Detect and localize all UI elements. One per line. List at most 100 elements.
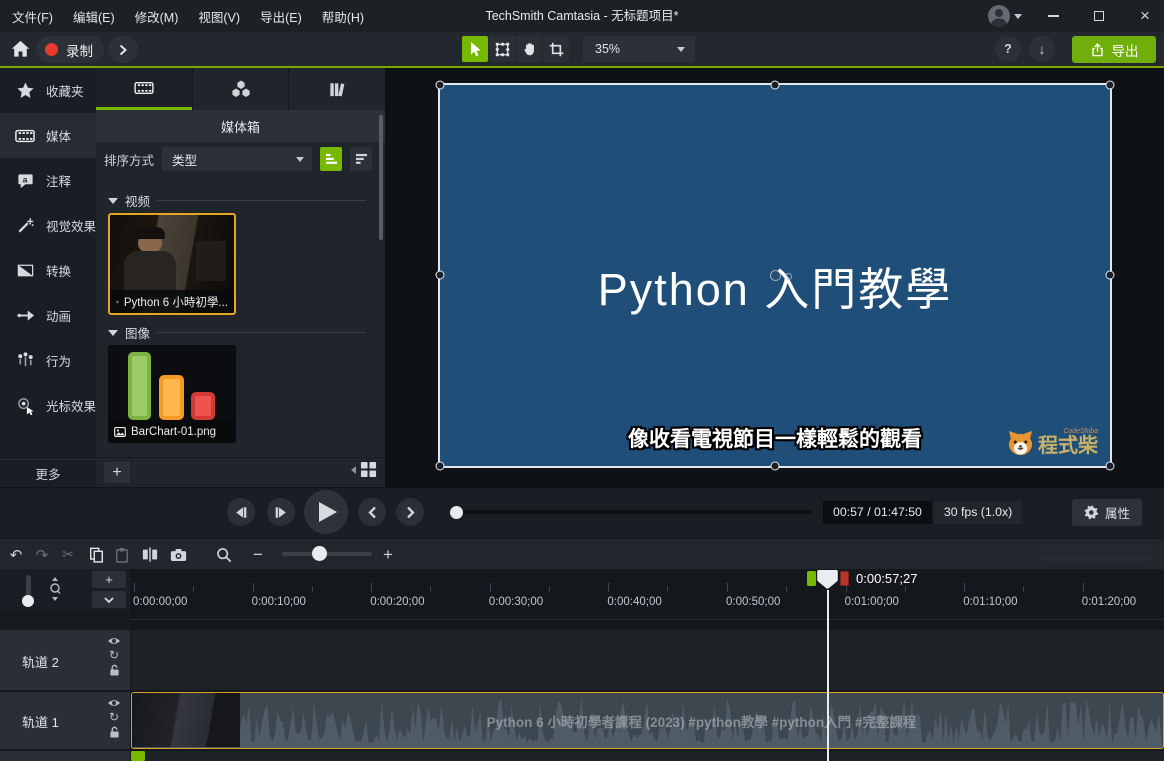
canvas-slide[interactable]: Python 入門教學 像收看電視節目一樣輕鬆的觀看 CodeShiba 程式柴 (440, 85, 1110, 466)
menu-export[interactable]: 导出(E) (250, 0, 312, 32)
thumb-person-cap (135, 227, 165, 239)
playhead-out-point[interactable] (840, 571, 849, 586)
playhead-marker[interactable] (816, 569, 839, 590)
maximize-button[interactable] (1086, 3, 1112, 29)
insert-track-button[interactable]: + (92, 571, 126, 588)
playhead-line[interactable] (827, 590, 829, 761)
media-item-image[interactable]: BarChart-01.png (108, 345, 236, 443)
playback-scrubber[interactable] (450, 510, 812, 514)
lock-icon[interactable] (109, 664, 120, 676)
menu-help[interactable]: 帮助(H) (312, 0, 374, 32)
sidebar-item-animations[interactable]: 动画 (0, 293, 96, 338)
sidebar-item-cursor-effects[interactable]: 光标效果 (0, 383, 96, 428)
eye-icon[interactable] (107, 698, 121, 708)
timeline-zoom-slider-thumb[interactable] (312, 546, 327, 561)
track-0-header-partial[interactable] (0, 751, 130, 761)
ruler-scale[interactable]: 0:00:00;000:00:10;000:00:20;000:00:30;00… (130, 569, 1164, 620)
sidebar-item-media[interactable]: 媒体 (0, 113, 96, 158)
close-button[interactable]: × (1132, 3, 1158, 29)
pan-tool-button[interactable] (516, 36, 542, 62)
lock-icon[interactable] (109, 726, 120, 738)
collapse-tracks-button[interactable] (92, 591, 126, 608)
properties-button[interactable]: 属性 (1072, 499, 1142, 526)
loop-icon[interactable]: ↻ (109, 649, 119, 661)
timeline-hscroll-track[interactable] (1040, 544, 1152, 552)
sidebar-item-visual-effects[interactable]: 视觉效果 (0, 203, 96, 248)
scrubber-thumb[interactable] (450, 506, 463, 519)
video-item-label: Python 6 小時初學... (110, 290, 234, 313)
step-back-button[interactable] (227, 498, 255, 526)
sort-ascending-button[interactable] (320, 147, 342, 171)
track-0-lane-partial[interactable] (131, 751, 1164, 761)
image-section-header[interactable]: 图像 (108, 323, 376, 342)
record-button[interactable]: 录制 (36, 36, 104, 63)
tab-library[interactable] (288, 68, 384, 110)
media-bin-scrollbar[interactable] (379, 115, 383, 240)
selection-handle-bottom-left[interactable] (436, 462, 445, 471)
media-item-video[interactable]: Python 6 小時初學... (108, 213, 236, 315)
media-bin-panel: 媒体箱 排序方式 类型 视频 (96, 68, 385, 487)
sort-dropdown[interactable]: 类型 (162, 147, 312, 171)
sidebar-item-transitions[interactable]: 转换 (0, 248, 96, 293)
copy-button[interactable] (84, 543, 108, 566)
avatar[interactable] (988, 5, 1010, 27)
timeline-hscroll-thumb[interactable] (1040, 554, 1152, 562)
menu-file[interactable]: 文件(F) (2, 0, 63, 32)
crop-tool-button[interactable] (543, 36, 569, 62)
track-1-header[interactable]: 轨道 1 ↻ (0, 692, 130, 749)
timeline-zoom-button[interactable] (212, 543, 236, 566)
sidebar-item-annotations[interactable]: a 注释 (0, 158, 96, 203)
eye-icon[interactable] (107, 636, 121, 646)
next-clip-button[interactable] (396, 498, 424, 526)
zoom-out-button[interactable]: − (246, 543, 270, 566)
video-section-header[interactable]: 视频 (108, 191, 376, 210)
track-2-header[interactable]: 轨道 2 ↻ (0, 630, 130, 690)
rotation-anchor-icon[interactable] (770, 270, 781, 281)
cut-button[interactable]: ✂ (56, 543, 80, 566)
add-media-button[interactable]: + (104, 462, 130, 483)
select-tool-button[interactable] (462, 36, 488, 62)
view-mode-button[interactable] (351, 461, 377, 478)
zoom-dropdown[interactable]: 35% (583, 36, 695, 62)
selection-handle-mid-right[interactable] (1106, 271, 1115, 280)
export-button[interactable]: 导出 (1072, 36, 1156, 63)
selection-handle-top-center[interactable] (771, 81, 780, 90)
timeline-clip-video[interactable]: Python 6 小時初學者課程 (2023) #python教學 #pytho… (131, 692, 1164, 749)
previous-clip-button[interactable] (358, 498, 386, 526)
split-button[interactable] (138, 543, 162, 566)
track-0-clip-fragment[interactable] (131, 751, 145, 761)
menu-modify[interactable]: 修改(M) (125, 0, 189, 32)
help-button[interactable]: ? (995, 36, 1021, 62)
undo-button[interactable]: ↶ (4, 543, 28, 566)
snapshot-button[interactable] (166, 543, 190, 566)
home-button[interactable] (8, 37, 32, 61)
edit-tool-button[interactable] (489, 36, 515, 62)
sort-descending-button[interactable] (350, 147, 372, 171)
redo-button[interactable]: ↷ (30, 543, 54, 566)
timeline-zoom-slider[interactable] (282, 552, 372, 556)
minimize-button[interactable] (1040, 3, 1066, 29)
track-2-lane[interactable] (131, 630, 1164, 690)
playhead-in-point[interactable] (807, 571, 816, 586)
menu-view[interactable]: 视图(V) (188, 0, 250, 32)
loop-icon[interactable]: ↻ (109, 711, 119, 723)
tab-media[interactable] (96, 68, 192, 110)
menu-edit[interactable]: 编辑(E) (63, 0, 125, 32)
sidebar-item-favorites[interactable]: 收藏夹 (0, 68, 96, 113)
selection-handle-top-right[interactable] (1106, 81, 1115, 90)
sidebar-item-behaviors[interactable]: 行为 (0, 338, 96, 383)
selection-handle-top-left[interactable] (436, 81, 445, 90)
selection-handle-mid-left[interactable] (436, 271, 445, 280)
selection-handle-bottom-right[interactable] (1106, 462, 1115, 471)
tab-assets[interactable] (192, 68, 288, 110)
download-button[interactable]: ↓ (1029, 36, 1055, 62)
zoom-in-button[interactable]: + (376, 543, 400, 566)
sidebar-more-button[interactable]: 更多 (0, 459, 96, 487)
track-height-slider-thumb[interactable] (22, 595, 34, 607)
step-forward-button[interactable] (267, 498, 295, 526)
avatar-caret-icon[interactable] (1014, 14, 1022, 19)
selection-handle-bottom-center[interactable] (771, 462, 780, 471)
paste-button[interactable] (110, 543, 134, 566)
record-options-button[interactable] (108, 36, 138, 63)
play-button[interactable] (304, 490, 348, 534)
